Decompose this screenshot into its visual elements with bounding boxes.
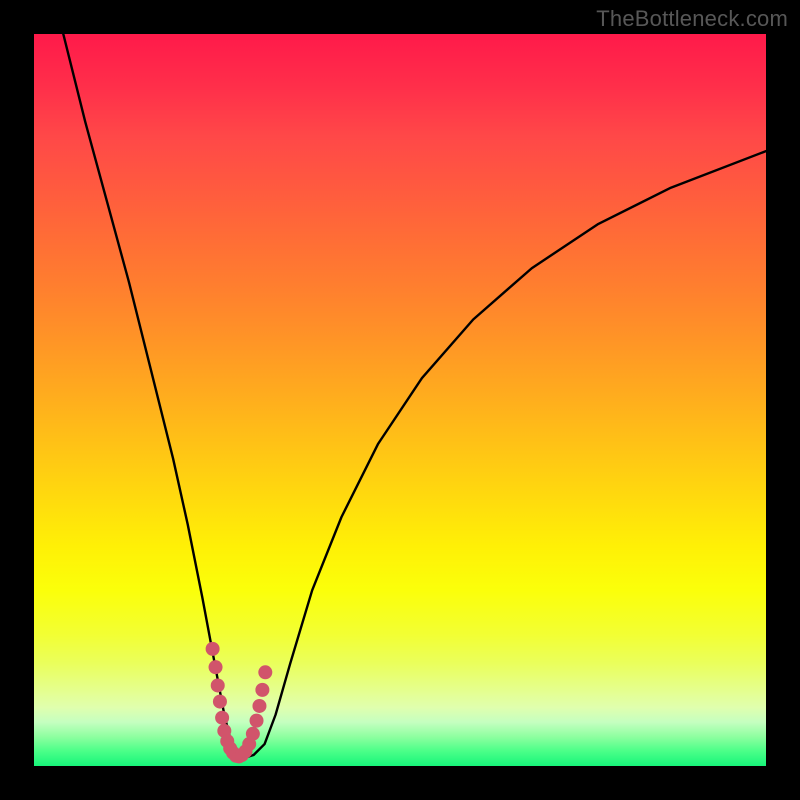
trough-marker	[255, 683, 269, 697]
bottleneck-curve	[63, 34, 766, 757]
trough-marker	[209, 660, 223, 674]
trough-marker	[252, 699, 266, 713]
trough-marker	[211, 678, 225, 692]
trough-marker	[213, 695, 227, 709]
trough-marker	[206, 642, 220, 656]
plot-area	[34, 34, 766, 766]
series-lines	[63, 34, 766, 757]
trough-marker	[250, 714, 264, 728]
trough-marker	[246, 727, 260, 741]
chart-svg	[34, 34, 766, 766]
chart-frame: TheBottleneck.com	[0, 0, 800, 800]
watermark-text: TheBottleneck.com	[596, 6, 788, 32]
trough-marker	[258, 665, 272, 679]
trough-marker	[215, 711, 229, 725]
